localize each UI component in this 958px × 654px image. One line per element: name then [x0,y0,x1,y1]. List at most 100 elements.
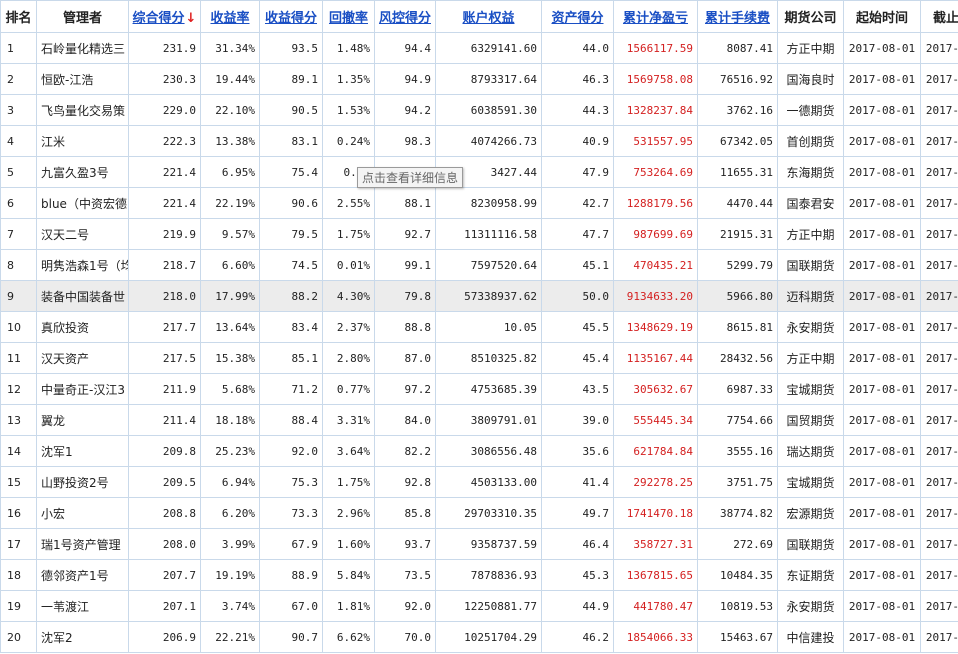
rank-cell: 8 [0,249,37,281]
net-profit-cell: 1854066.33 [613,621,698,653]
manager-name-cell: 九富久盈3号 [36,156,129,188]
company-cell: 永安期货 [777,590,844,622]
sort-drawdown-header[interactable]: 回撤率 [322,0,375,33]
return-rate-cell: 3.99% [200,528,260,560]
table-row[interactable]: 3 飞鸟量化交易策 229.0 22.10% 90.5 1.53% 94.2 6038591.… [0,94,958,126]
return-score-cell: 75.4 [259,156,323,188]
sort-return-score-header[interactable]: 收益得分 [259,0,323,33]
table-row[interactable]: 18 德邻资产1号 207.7 19.19% 88.9 5.84% 73.5 7878836.… [0,559,958,591]
table-row[interactable]: 19 一苇渡江 207.1 3.74% 67.0 1.81% 92.0 12250881.77… [0,590,958,622]
table-row[interactable]: 1 石岭量化精选三 231.9 31.34% 93.5 1.48% 94.4 6329141.… [0,32,958,64]
asset-score-cell: 46.2 [541,621,614,653]
table-row[interactable]: 8 明隽浩森1号（均 218.7 6.60% 74.5 0.01% 99.1 7597520.… [0,249,958,281]
manager-name-cell: 真欣投资 [36,311,129,343]
company-cell: 方正中期 [777,218,844,250]
rank-cell: 15 [0,466,37,498]
fees-cell: 15463.67 [697,621,778,653]
fees-cell: 11655.31 [697,156,778,188]
score-cell: 211.9 [128,373,201,405]
return-rate-cell: 22.10% [200,94,260,126]
end-time-cell: 2017-08-31 [920,94,958,126]
equity-cell: 7597520.64 [435,249,542,281]
table-row[interactable]: 14 沈军1 209.8 25.23% 92.0 3.64% 82.2 3086556.48 3… [0,435,958,467]
rank-cell: 9 [0,280,37,312]
asset-score-cell: 41.4 [541,466,614,498]
return-score-cell: 90.5 [259,94,323,126]
table-row[interactable]: 20 沈军2 206.9 22.21% 90.7 6.62% 70.0 10251704.29… [0,621,958,653]
table-row[interactable]: 4 江米 222.3 13.38% 83.1 0.24% 98.3 4074266.73 40.… [0,125,958,157]
risk-score-cell: 87.0 [374,342,436,374]
company-cell: 东证期货 [777,559,844,591]
drawdown-cell: 3.64% [322,435,375,467]
company-cell: 国联期货 [777,249,844,281]
table-row[interactable]: 7 汉天二号 219.9 9.57% 79.5 1.75% 92.7 11311116.58 4… [0,218,958,250]
net-profit-cell: 1288179.56 [613,187,698,219]
equity-cell: 3086556.48 [435,435,542,467]
asset-score-cell: 47.9 [541,156,614,188]
end-time-cell: 2017-08-31 [920,63,958,95]
end-time-cell: 2017-08-31 [920,435,958,467]
risk-score-cell: 92.0 [374,590,436,622]
return-score-cell: 67.0 [259,590,323,622]
equity-cell: 57338937.62 [435,280,542,312]
company-cell: 国联期货 [777,528,844,560]
return-rate-cell: 5.68% [200,373,260,405]
table-row[interactable]: 12 中量奇正-汉江3 211.9 5.68% 71.2 0.77% 97.2 4753685… [0,373,958,405]
return-rate-cell: 9.57% [200,218,260,250]
company-cell: 国贸期货 [777,404,844,436]
return-score-cell: 67.9 [259,528,323,560]
manager-name-cell: 江米 [36,125,129,157]
asset-score-cell: 44.3 [541,94,614,126]
asset-score-cell: 43.5 [541,373,614,405]
table-row[interactable]: 10 真欣投资 217.7 13.64% 83.4 2.37% 88.8 10.05 45.5 1… [0,311,958,343]
sort-return-rate-header[interactable]: 收益率 [200,0,260,33]
start-time-cell: 2017-08-01 [843,125,921,157]
net-profit-cell: 1569758.08 [613,63,698,95]
sort-risk-score-header[interactable]: 风控得分 [374,0,436,33]
score-cell: 230.3 [128,63,201,95]
score-cell: 207.7 [128,559,201,591]
asset-score-cell: 45.3 [541,559,614,591]
table-row[interactable]: 9 装备中国装备世 218.0 17.99% 88.2 4.30% 79.8 57338937… [0,280,958,312]
table-row[interactable]: 6 blue（中资宏德 221.4 22.19% 90.6 2.55% 88.1 823095… [0,187,958,219]
drawdown-cell: 0.24% [322,125,375,157]
table-row[interactable]: 2 恒欧-江浩 230.3 19.44% 89.1 1.35% 94.9 8793317.64… [0,63,958,95]
risk-score-cell: 88.8 [374,311,436,343]
end-time-cell: 2017-08-31 [920,311,958,343]
table-row[interactable]: 16 小宏 208.8 6.20% 73.3 2.96% 85.8 29703310.35 49… [0,497,958,529]
equity-cell: 10.05 [435,311,542,343]
table-row[interactable]: 15 山野投资2号 209.5 6.94% 75.3 1.75% 92.8 4503133.0… [0,466,958,498]
table-row[interactable]: 17 瑞1号资产管理 208.0 3.99% 67.9 1.60% 93.7 9358737.… [0,528,958,560]
risk-score-cell: 79.8 [374,280,436,312]
fees-cell: 3555.16 [697,435,778,467]
net-profit-cell: 358727.31 [613,528,698,560]
sort-net-profit-header[interactable]: 累计净盈亏 [613,0,698,33]
net-profit-cell: 1367815.65 [613,559,698,591]
equity-cell: 6329141.60 [435,32,542,64]
risk-score-cell: 94.2 [374,94,436,126]
start-time-cell: 2017-08-01 [843,156,921,188]
rank-cell: 16 [0,497,37,529]
sort-asset-score-header[interactable]: 资产得分 [541,0,614,33]
score-cell: 218.0 [128,280,201,312]
manager-name-cell: blue（中资宏德 [36,187,129,219]
sort-equity-header[interactable]: 账户权益 [435,0,542,33]
fees-cell: 10819.53 [697,590,778,622]
table-row[interactable]: 11 汉天资产 217.5 15.38% 85.1 2.80% 87.0 8510325.82… [0,342,958,374]
fees-cell: 7754.66 [697,404,778,436]
rank-cell: 6 [0,187,37,219]
return-rate-cell: 31.34% [200,32,260,64]
net-profit-cell: 470435.21 [613,249,698,281]
rank-cell: 1 [0,32,37,64]
return-score-cell: 79.5 [259,218,323,250]
return-rate-cell: 6.20% [200,497,260,529]
sort-score-header[interactable]: 综合得分↓ [128,0,201,33]
table-row[interactable]: 13 翼龙 211.4 18.18% 88.4 3.31% 84.0 3809791.01 39… [0,404,958,436]
table-row[interactable]: 5九富久盈3号221.46.95%75.40.313427.4447.97532… [0,156,958,188]
return-score-cell: 83.1 [259,125,323,157]
start-time-cell: 2017-08-01 [843,94,921,126]
sort-fees-header[interactable]: 累计手续费 [697,0,778,33]
fees-cell: 3762.16 [697,94,778,126]
net-profit-cell: 987699.69 [613,218,698,250]
return-rate-cell: 22.21% [200,621,260,653]
